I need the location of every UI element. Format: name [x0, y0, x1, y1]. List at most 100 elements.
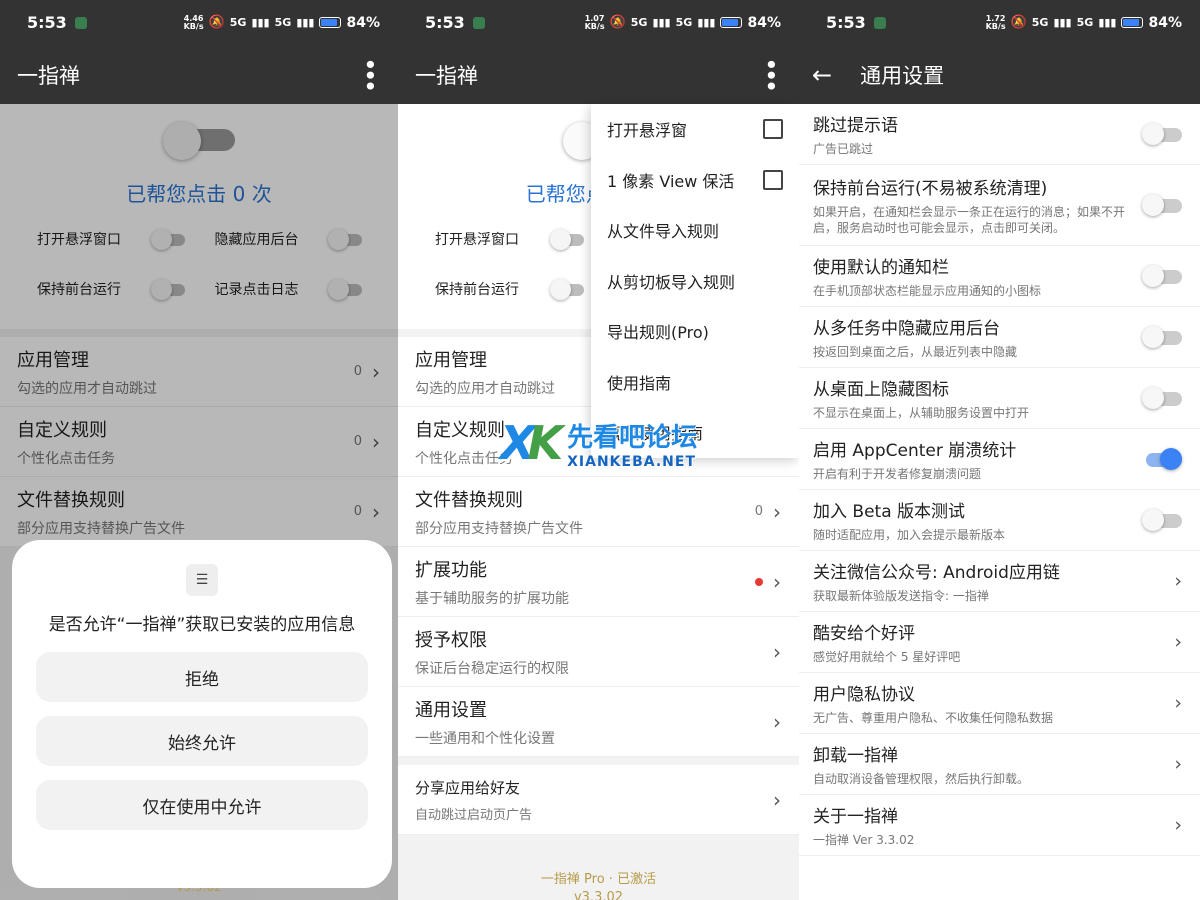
list-item-file-replace[interactable]: 文件替换规则 部分应用支持替换广告文件 0 ›: [398, 477, 799, 547]
watermark-en: XIANKEBA.NET: [567, 453, 697, 470]
watermark-cn: 先看吧论坛: [567, 422, 698, 453]
pro-footer: 一指禅 Pro · 已激活 v3.3.02: [540, 872, 657, 900]
app-notification-icon: [74, 16, 87, 29]
list-item-permissions[interactable]: 授予权限 保证后台稳定运行的权限 ›: [398, 617, 799, 687]
signal-icon-2: 5G: [274, 16, 292, 29]
status-bar: 5:53 1.07 KB/s 🔕 5G ▮▮▮ 5G ▮▮▮ 84%: [398, 0, 799, 45]
app-bar: 一指禅 •••: [398, 45, 799, 104]
app-bar: ← 通用设置: [799, 45, 1200, 104]
setting-subtitle: 不显示在桌面上，从辅助服务设置中打开: [813, 406, 1030, 420]
share-section: 分享应用给好友 自动跳过启动页广告 ›: [398, 765, 799, 835]
setting-subtitle: 在手机顶部状态栏能显示应用通知的小图标: [813, 284, 1042, 298]
setting-subtitle: 按返回到桌面之后，从最近列表中隐藏: [813, 345, 1018, 359]
chevron-right-icon: ›: [773, 569, 781, 594]
setting-subtitle: 自动取消设备管理权限，然后执行卸载。: [813, 772, 1030, 786]
setting-subtitle: 获取最新体验版发送指令: 一指禅: [813, 589, 989, 603]
settings-list: 跳过提示语广告已跳过保持前台运行(不易被系统清理) 如果开启，在通知栏会显示一条正…: [799, 104, 1200, 856]
setting-row[interactable]: 使用默认的通知栏在手机顶部状态栏能显示应用通知的小图标: [799, 246, 1200, 307]
setting-row[interactable]: 加入 Beta 版本测试 随时适配应用，加入会提示最新版本: [799, 490, 1200, 551]
toggle-switch[interactable]: [1142, 447, 1182, 471]
chevron-right-icon: ›: [773, 639, 781, 664]
setting-title: 从桌面上隐藏图标: [813, 380, 949, 400]
menu-item-guide[interactable]: 使用指南: [591, 357, 799, 408]
list-item-general-settings[interactable]: 通用设置 一些通用和个性化设置 ›: [398, 687, 799, 757]
toggle-switch[interactable]: [1142, 122, 1182, 146]
toggle-switch[interactable]: [1142, 325, 1182, 349]
checkbox-icon[interactable]: [763, 119, 783, 140]
setting-row[interactable]: 用户隐私协议 无广告、尊重用户隐私、不收集任何隐私数据 ›: [799, 673, 1200, 734]
setting-title: 从多任务中隐藏应用后台: [813, 319, 1000, 339]
menu-item-floating-window[interactable]: 打开悬浮窗: [591, 104, 799, 155]
toggle-switch[interactable]: [1142, 508, 1182, 532]
setting-title: 关注微信公众号: Android应用链: [813, 563, 1060, 583]
net-speed: 4.46 KB/s: [183, 13, 204, 31]
list-item-share[interactable]: 分享应用给好友 自动跳过启动页广告 ›: [398, 765, 799, 835]
setting-row[interactable]: 启用 AppCenter 崩溃统计开启有利于开发者修复崩溃问题: [799, 429, 1200, 490]
toggle-icon[interactable]: [550, 279, 584, 300]
mute-icon: 🔕: [1010, 15, 1027, 30]
setting-row[interactable]: 卸载一指禅自动取消设备管理权限，然后执行卸载。 ›: [799, 734, 1200, 795]
app-bar: 一指禅 •••: [0, 45, 398, 104]
setting-subtitle: 广告已跳过: [813, 142, 874, 156]
list-item-extensions[interactable]: 扩展功能 基于辅助服务的扩展功能 ›: [398, 547, 799, 617]
deny-button[interactable]: 拒绝: [36, 652, 368, 702]
screen-home-permission: 5:53 4.46 KB/s 🔕 5G ▮▮▮ 5G ▮▮▮ 84% 一指禅 ••• …: [0, 0, 398, 900]
dialog-title: 是否允许“一指禅”获取已安装的应用信息: [48, 615, 356, 635]
setting-row[interactable]: 保持前台运行(不易被系统清理) 如果开启，在通知栏会显示一条正在运行的消息；如果不…: [799, 165, 1200, 246]
signal-icon: 5G: [229, 16, 247, 29]
setting-title: 跳过提示语: [813, 116, 898, 136]
menu-item-export-rules[interactable]: 导出规则(Pro): [591, 306, 799, 357]
app-title: 一指禅: [415, 63, 478, 88]
setting-row[interactable]: 从多任务中隐藏应用后台按返回到桌面之后，从最近列表中隐藏: [799, 307, 1200, 368]
watermark-logo: XK: [500, 416, 563, 470]
setting-subtitle: 如果开启，在通知栏会显示一条正在运行的消息；如果不开启，服务启动时也可能会显示，…: [813, 205, 1126, 235]
net-speed: 1.72 KB/s: [985, 13, 1006, 31]
status-bar: 5:53 4.46 KB/s 🔕 5G ▮▮▮ 5G ▮▮▮ 84%: [0, 0, 398, 45]
permission-dialog: ☰ 是否允许“一指禅”获取已安装的应用信息 拒绝 始终允许 仅在使用中允许: [12, 540, 392, 888]
page-title: 通用设置: [860, 63, 945, 88]
setting-row[interactable]: 酷安给个好评 感觉好用就给个 5 星好评吧 ›: [799, 612, 1200, 673]
checkbox-icon[interactable]: [763, 169, 783, 190]
setting-subtitle: 无广告、尊重用户隐私、不收集任何隐私数据: [813, 711, 1054, 725]
watermark: XK 先看吧论坛 XIANKEBA.NET: [500, 416, 697, 470]
setting-title: 保持前台运行(不易被系统清理): [813, 179, 1048, 199]
setting-subtitle: 一指禅 Ver 3.3.02: [813, 833, 915, 847]
setting-title: 启用 AppCenter 崩溃统计: [813, 441, 1017, 461]
list-icon: ☰: [186, 564, 218, 596]
allow-while-using-button[interactable]: 仅在使用中允许: [36, 780, 368, 830]
setting-title: 酷安给个好评: [813, 624, 915, 644]
toggle-icon[interactable]: [550, 229, 584, 250]
setting-title: 加入 Beta 版本测试: [813, 502, 966, 522]
app-notification-icon: [472, 16, 485, 29]
toggle-switch[interactable]: [1142, 386, 1182, 410]
menu-item-pixel-keepalive[interactable]: 1 像素 View 保活: [591, 155, 799, 206]
more-vert-icon[interactable]: •••: [358, 58, 382, 90]
more-vert-icon[interactable]: •••: [759, 58, 783, 90]
chevron-right-icon: ›: [773, 709, 781, 734]
setting-row[interactable]: 关于一指禅 一指禅 Ver 3.3.02 ›: [799, 795, 1200, 856]
always-allow-button[interactable]: 始终允许: [36, 716, 368, 766]
menu-item-import-clipboard[interactable]: 从剪切板导入规则: [591, 256, 799, 307]
status-time: 5:53: [27, 13, 67, 32]
chevron-right-icon: ›: [773, 787, 781, 812]
chevron-right-icon: ›: [773, 499, 781, 524]
app-notification-icon: [873, 16, 886, 29]
setting-row[interactable]: 关注微信公众号: Android应用链获取最新体验版发送指令: 一指禅 ›: [799, 551, 1200, 612]
setting-subtitle: 开启有利于开发者修复崩溃问题: [813, 467, 982, 481]
toggle-switch[interactable]: [1142, 264, 1182, 288]
net-speed: 1.07 KB/s: [584, 13, 605, 31]
back-arrow-icon[interactable]: ←: [812, 61, 832, 89]
setting-title: 卸载一指禅: [813, 746, 898, 766]
mute-icon: 🔕: [609, 15, 626, 30]
battery-icon: [720, 17, 743, 28]
setting-title: 关于一指禅: [813, 807, 898, 827]
setting-row[interactable]: 跳过提示语广告已跳过: [799, 104, 1200, 165]
chevron-right-icon: ›: [1174, 570, 1182, 592]
menu-item-import-file[interactable]: 从文件导入规则: [591, 205, 799, 256]
switch-floating-window[interactable]: 打开悬浮窗口: [435, 229, 584, 250]
toggle-switch[interactable]: [1142, 193, 1182, 217]
setting-row[interactable]: 从桌面上隐藏图标不显示在桌面上，从辅助服务设置中打开: [799, 368, 1200, 429]
chevron-right-icon: ›: [1174, 753, 1182, 775]
setting-title: 使用默认的通知栏: [813, 258, 949, 278]
switch-keep-foreground[interactable]: 保持前台运行: [435, 279, 584, 300]
